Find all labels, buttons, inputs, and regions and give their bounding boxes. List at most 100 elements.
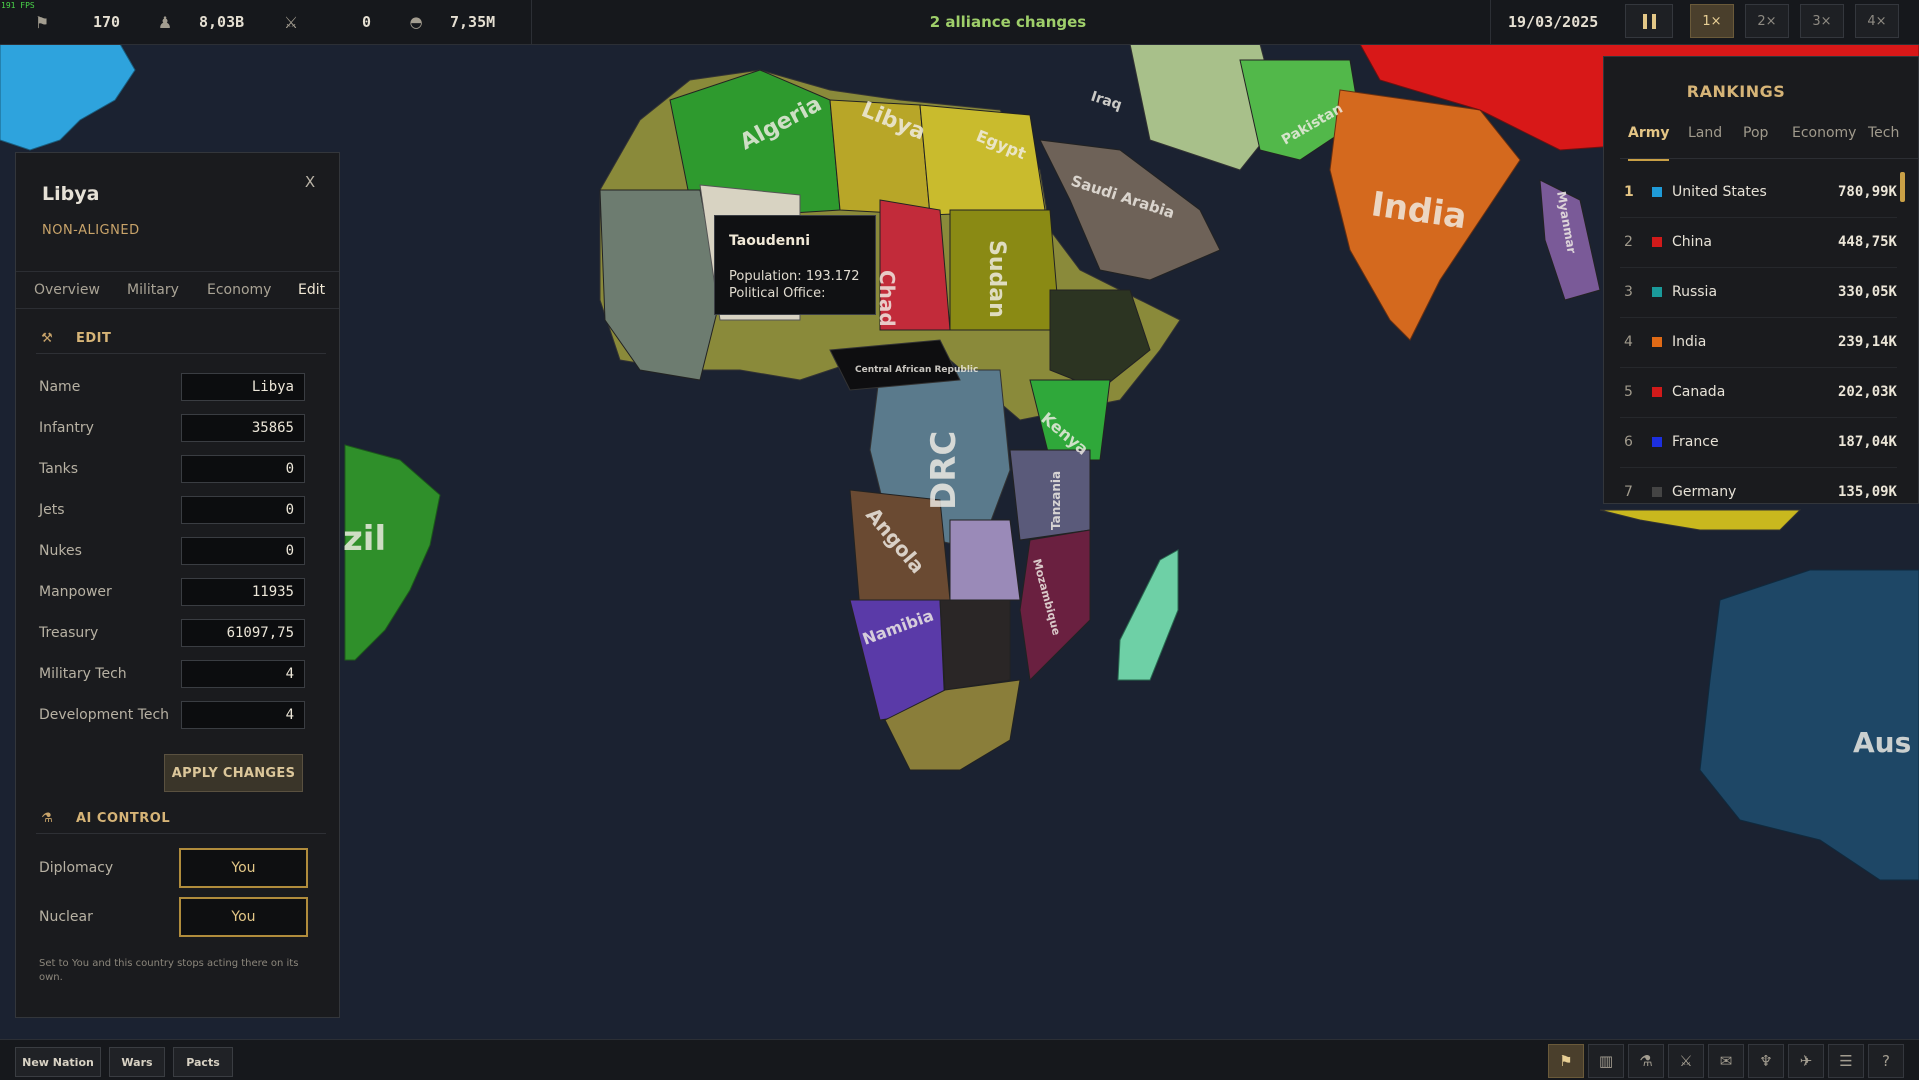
ai-control-section-header: ⚗ AI CONTROL <box>36 803 326 834</box>
tab-edit[interactable]: Edit <box>298 272 325 308</box>
flask-icon[interactable]: ⚗ <box>1628 1044 1664 1078</box>
menu-icon[interactable]: ☰ <box>1828 1044 1864 1078</box>
bottom-bar: New Nation Wars Pacts ⚑ ▥ ⚗ ⚔ ✉ ♆ ✈ ☰ ? <box>0 1039 1919 1080</box>
country-color-swatch <box>1652 287 1662 297</box>
ranking-row[interactable]: 1 United States 780,99K <box>1620 167 1897 218</box>
field-label: Infantry <box>39 420 94 436</box>
speed-2x-button[interactable]: 2× <box>1745 4 1789 38</box>
ranking-row[interactable]: 2 China 448,75K <box>1620 217 1897 268</box>
speed-4x-button[interactable]: 4× <box>1855 4 1899 38</box>
edit-section-header: ⚒ EDIT <box>36 323 326 354</box>
pause-button[interactable] <box>1625 4 1673 38</box>
rank-country-name: India <box>1672 334 1707 350</box>
country-color-swatch <box>1652 487 1662 497</box>
rank-country-name: Canada <box>1672 384 1726 400</box>
infantry-input[interactable]: 35865 <box>181 414 305 442</box>
map-label-chad: Chad <box>875 270 899 327</box>
rank-tab-economy[interactable]: Economy <box>1792 125 1856 149</box>
tab-overview[interactable]: Overview <box>34 272 100 308</box>
ranking-row[interactable]: 7 Germany 135,09K <box>1620 467 1897 503</box>
field-label: Name <box>39 379 81 395</box>
apply-changes-button[interactable]: APPLY CHANGES <box>164 754 303 792</box>
rank-number: 5 <box>1624 384 1633 400</box>
soldiers-count: 7,35M <box>450 13 496 31</box>
ranking-row[interactable]: 3 Russia 330,05K <box>1620 267 1897 318</box>
country-name-title: Libya <box>42 183 100 205</box>
name-input[interactable]: Libya <box>181 373 305 401</box>
tooltip-title: Taoudenni <box>729 233 811 249</box>
map-label-car: Central African Republic <box>855 365 978 375</box>
new-nation-button[interactable]: New Nation <box>15 1047 101 1077</box>
eagle-icon[interactable]: ♆ <box>1748 1044 1784 1078</box>
population-count: 8,03B <box>199 13 245 31</box>
tab-military[interactable]: Military <box>127 272 179 308</box>
field-label: Manpower <box>39 584 112 600</box>
scroll-icon[interactable]: ✉ <box>1708 1044 1744 1078</box>
ranking-row[interactable]: 6 France 187,04K <box>1620 417 1897 468</box>
soldiers-stat: ◓ <box>405 0 427 44</box>
wars-button[interactable]: Wars <box>109 1047 165 1077</box>
field-development-tech-row: Development Tech 4 <box>36 698 326 732</box>
wars-count: 0 <box>362 13 372 31</box>
manpower-input[interactable]: 11935 <box>181 578 305 606</box>
panel-tabs: Overview Military Economy Edit <box>16 271 339 309</box>
rank-value: 135,09K <box>1837 484 1897 500</box>
edit-icon: ⚒ <box>41 330 53 346</box>
rank-country-name: United States <box>1672 184 1767 200</box>
pacts-button[interactable]: Pacts <box>173 1047 233 1077</box>
tanks-input[interactable]: 0 <box>181 455 305 483</box>
field-infantry-row: Infantry 35865 <box>36 411 326 445</box>
treasury-input[interactable]: 61097,75 <box>181 619 305 647</box>
development-tech-input[interactable]: 4 <box>181 701 305 729</box>
map-label-brazil: zil <box>343 519 386 559</box>
close-button[interactable]: X <box>299 171 321 193</box>
country-panel: Libya NON-ALIGNED X Overview Military Ec… <box>15 152 340 1018</box>
military-tech-input[interactable]: 4 <box>181 660 305 688</box>
ranking-row[interactable]: 5 Canada 202,03K <box>1620 367 1897 418</box>
jet-icon[interactable]: ✈ <box>1788 1044 1824 1078</box>
nations-count: 170 <box>93 13 121 31</box>
speed-3x-button[interactable]: 3× <box>1800 4 1844 38</box>
field-label: Nukes <box>39 543 82 559</box>
wars-stat: ⚔ <box>280 0 302 44</box>
factory-icon[interactable]: ▥ <box>1588 1044 1624 1078</box>
field-name-row: Name Libya <box>36 370 326 404</box>
speed-1x-button[interactable]: 1× <box>1690 4 1734 38</box>
rank-number: 4 <box>1624 334 1633 350</box>
nuclear-control-button[interactable]: You <box>179 897 308 937</box>
divider <box>1490 0 1491 44</box>
rank-value: 780,99K <box>1837 184 1897 200</box>
nukes-input[interactable]: 0 <box>181 537 305 565</box>
rank-tab-army[interactable]: Army <box>1628 125 1670 161</box>
flag-icon[interactable]: ⚑ <box>1548 1044 1584 1078</box>
field-manpower-row: Manpower 11935 <box>36 575 326 609</box>
edit-heading: EDIT <box>76 330 112 346</box>
country-color-swatch <box>1652 237 1662 247</box>
rankings-scrollbar[interactable] <box>1900 172 1905 202</box>
population-stat: ♟ <box>156 0 174 44</box>
rank-tab-land[interactable]: Land <box>1688 125 1722 149</box>
help-icon[interactable]: ? <box>1868 1044 1904 1078</box>
crossed-swords-icon[interactable]: ⚔ <box>1668 1044 1704 1078</box>
flask-icon: ⚗ <box>41 810 53 826</box>
nations-stat: ⚑ <box>31 0 53 44</box>
crossed-swords-icon: ⚔ <box>283 12 299 32</box>
field-jets-row: Jets 0 <box>36 493 326 527</box>
jets-input[interactable]: 0 <box>181 496 305 524</box>
diplomacy-control-button[interactable]: You <box>179 848 308 888</box>
ai-nuclear-row: Nuclear You <box>36 897 326 937</box>
fps-counter: 191 FPS <box>1 1 35 10</box>
ai-control-note: Set to You and this country stops acting… <box>39 958 299 983</box>
rank-tab-pop[interactable]: Pop <box>1743 125 1768 149</box>
tab-economy[interactable]: Economy <box>207 272 271 308</box>
map-region-zambia <box>949 519 1021 601</box>
field-label: Jets <box>39 502 65 518</box>
rank-country-name: China <box>1672 234 1712 250</box>
alliance-changes-notice[interactable]: 2 alliance changes <box>880 0 1136 44</box>
country-color-swatch <box>1652 187 1662 197</box>
rank-tab-tech[interactable]: Tech <box>1868 125 1899 149</box>
top-bar: 191 FPS ⚑ 170 ♟ 8,03B ⚔ 0 ◓ 7,35M 2 alli… <box>0 0 1919 45</box>
ranking-row[interactable]: 4 India 239,14K <box>1620 317 1897 368</box>
rank-number: 2 <box>1624 234 1633 250</box>
rank-country-name: France <box>1672 434 1719 450</box>
